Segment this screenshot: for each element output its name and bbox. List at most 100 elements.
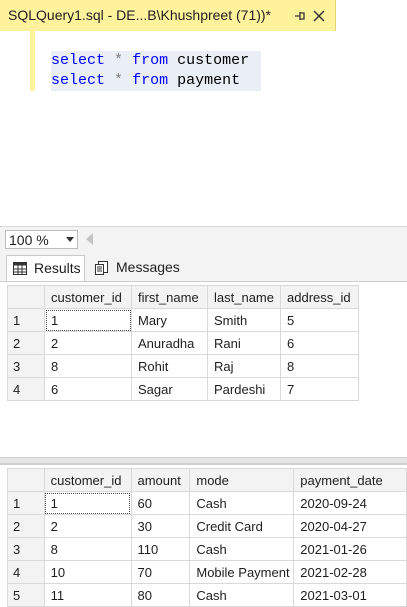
tab-messages[interactable]: Messages: [89, 255, 181, 281]
table-row[interactable]: 4 10 70 Mobile Payment 2021-02-28: [7, 560, 407, 584]
table-cell[interactable]: Cash: [189, 491, 295, 515]
table-cell[interactable]: Anuradha: [131, 331, 208, 355]
table-cell[interactable]: 6: [44, 377, 132, 401]
results-table: customer_id first_name last_name address…: [7, 285, 359, 401]
column-header[interactable]: customer_id: [43, 468, 132, 492]
query-editor[interactable]: select * from customer select * from pay…: [0, 31, 407, 226]
pane-splitter[interactable]: [0, 457, 407, 464]
table-cell[interactable]: 10: [43, 560, 132, 584]
row-number[interactable]: 1: [7, 308, 45, 332]
table-cell[interactable]: Pardeshi: [207, 377, 281, 401]
keyword: select: [51, 52, 106, 69]
document-tab-strip: SQLQuery1.sql - DE...B\Khushpreet (71))*: [0, 0, 407, 31]
table-row[interactable]: 1 1 Mary Smith 5: [7, 308, 359, 332]
table-cell[interactable]: 60: [130, 491, 191, 515]
table-cell[interactable]: Cash: [189, 583, 295, 607]
grid-icon: [13, 262, 27, 275]
row-header-corner[interactable]: [7, 468, 45, 492]
table-header-row: customer_id amount mode payment_date: [7, 468, 407, 492]
table-cell[interactable]: Rani: [207, 331, 281, 355]
table-row[interactable]: 3 8 110 Cash 2021-01-26: [7, 537, 407, 561]
table-cell[interactable]: Sagar: [131, 377, 208, 401]
table-cell[interactable]: Smith: [207, 308, 281, 332]
document-tab-title: SQLQuery1.sql - DE...B\Khushpreet (71))*: [8, 7, 271, 23]
table-cell[interactable]: 110: [130, 537, 191, 561]
table-row[interactable]: 3 8 Rohit Raj 8: [7, 354, 359, 378]
table-row[interactable]: 1 1 60 Cash 2020-09-24: [7, 491, 407, 515]
row-number[interactable]: 1: [7, 491, 45, 515]
table-cell[interactable]: 11: [43, 583, 132, 607]
keyword: from: [132, 72, 169, 89]
table-cell[interactable]: 2021-01-26: [293, 537, 407, 561]
table-name: payment: [177, 72, 241, 89]
table-cell[interactable]: Credit Card: [189, 514, 295, 538]
results-table: customer_id amount mode payment_date 1 1…: [7, 468, 407, 607]
table-cell[interactable]: 8: [280, 354, 359, 378]
row-header-corner[interactable]: [7, 285, 45, 309]
table-cell[interactable]: 8: [44, 354, 132, 378]
table-cell[interactable]: Cash: [189, 537, 295, 561]
row-number[interactable]: 3: [7, 537, 45, 561]
table-cell[interactable]: Mary: [131, 308, 208, 332]
results-grid-payment[interactable]: customer_id amount mode payment_date 1 1…: [0, 464, 407, 607]
row-number[interactable]: 4: [7, 560, 45, 584]
code-line[interactable]: select * from payment: [51, 71, 261, 91]
column-header[interactable]: mode: [189, 468, 295, 492]
tab-results-label: Results: [34, 260, 81, 276]
table-cell[interactable]: 1: [43, 491, 132, 515]
table-cell[interactable]: 8: [43, 537, 132, 561]
table-name: customer: [177, 52, 250, 69]
chevron-down-icon: [66, 237, 74, 242]
results-tab-bar: Results Messages: [0, 251, 407, 281]
table-header-row: customer_id first_name last_name address…: [7, 285, 359, 309]
column-header[interactable]: first_name: [131, 285, 208, 309]
messages-icon: [95, 261, 108, 275]
column-header[interactable]: payment_date: [293, 468, 407, 492]
tab-results[interactable]: Results: [6, 255, 85, 281]
table-row[interactable]: 4 6 Sagar Pardeshi 7: [7, 377, 359, 401]
column-header[interactable]: last_name: [207, 285, 281, 309]
keyword: select: [51, 72, 106, 89]
row-number[interactable]: 4: [7, 377, 45, 401]
table-cell[interactable]: 80: [130, 583, 191, 607]
table-row[interactable]: 2 2 Anuradha Rani 6: [7, 331, 359, 355]
document-tab[interactable]: SQLQuery1.sql - DE...B\Khushpreet (71))*: [0, 0, 336, 31]
row-number[interactable]: 3: [7, 354, 45, 378]
keyword: from: [132, 52, 169, 69]
code-line[interactable]: select * from customer: [51, 51, 261, 71]
table-cell[interactable]: 2: [44, 331, 132, 355]
results-grid-customer[interactable]: customer_id first_name last_name address…: [0, 281, 407, 458]
table-row[interactable]: 5 11 80 Cash 2021-03-01: [7, 583, 407, 607]
table-cell[interactable]: 70: [130, 560, 191, 584]
table-cell[interactable]: 30: [130, 514, 191, 538]
table-cell[interactable]: 2020-09-24: [293, 491, 407, 515]
table-cell[interactable]: Rohit: [131, 354, 208, 378]
table-cell[interactable]: Raj: [207, 354, 281, 378]
column-header[interactable]: customer_id: [44, 285, 132, 309]
table-cell[interactable]: 1: [44, 308, 132, 332]
close-icon[interactable]: [311, 8, 327, 24]
table-cell[interactable]: 7: [280, 377, 359, 401]
pin-icon[interactable]: [292, 8, 308, 24]
scroll-left-icon[interactable]: [86, 233, 93, 245]
operator: *: [114, 52, 124, 69]
tab-messages-label: Messages: [116, 259, 180, 275]
table-cell[interactable]: 2: [43, 514, 132, 538]
table-cell[interactable]: 2020-04-27: [293, 514, 407, 538]
table-cell[interactable]: 5: [280, 308, 359, 332]
operator: *: [114, 72, 124, 89]
table-row[interactable]: 2 2 30 Credit Card 2020-04-27: [7, 514, 407, 538]
table-cell[interactable]: 2021-02-28: [293, 560, 407, 584]
column-header[interactable]: amount: [130, 468, 191, 492]
zoom-dropdown[interactable]: 100 %: [5, 230, 78, 249]
zoom-value: 100 %: [9, 232, 49, 248]
column-header[interactable]: address_id: [280, 285, 359, 309]
table-cell[interactable]: 2021-03-01: [293, 583, 407, 607]
table-cell[interactable]: Mobile Payment: [189, 560, 295, 584]
zoom-bar: 100 %: [0, 226, 407, 251]
row-number[interactable]: 2: [7, 514, 45, 538]
table-cell[interactable]: 6: [280, 331, 359, 355]
change-margin: [30, 31, 35, 91]
row-number[interactable]: 5: [7, 583, 45, 607]
row-number[interactable]: 2: [7, 331, 45, 355]
